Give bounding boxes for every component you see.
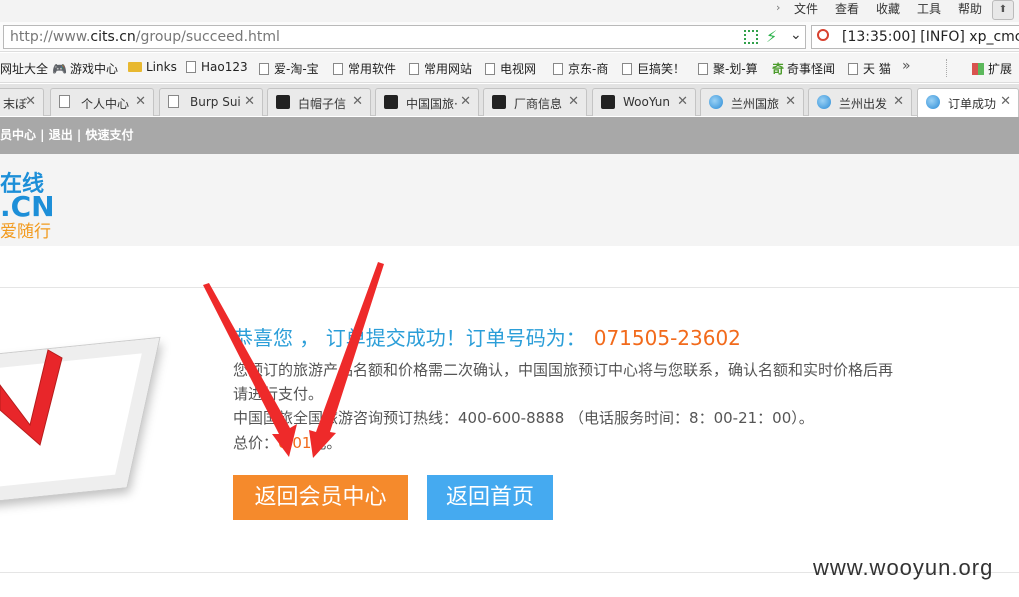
total-price: 总价：0.01元。 xyxy=(233,434,342,452)
logo-slogan: 爱随行 xyxy=(0,222,51,242)
bookmark-item[interactable]: 京东-商 xyxy=(553,60,608,77)
menu-tools[interactable]: 工具 xyxy=(917,0,941,17)
url-text[interactable]: http://www.cits.cn/group/succeed.html xyxy=(10,29,280,45)
menu-help[interactable]: 帮助 xyxy=(958,0,982,17)
back-to-home-button[interactable]: 返回首页 xyxy=(427,475,553,520)
menu-favorites[interactable]: 收藏 xyxy=(876,0,900,17)
menu-view[interactable]: 查看 xyxy=(835,0,859,17)
close-icon[interactable]: ✕ xyxy=(25,94,36,109)
browser-tab[interactable]: 末ぼ ✕ xyxy=(0,88,44,116)
bookmark-item[interactable]: 常用网站 xyxy=(409,60,472,77)
page-icon xyxy=(186,61,196,73)
pin-icon[interactable]: ⬆ xyxy=(992,0,1014,20)
checkmark-icon xyxy=(0,349,63,446)
wooyun-icon xyxy=(276,95,290,109)
close-icon[interactable]: ✕ xyxy=(785,94,796,109)
menu-bar: › 文件 查看 收藏 工具 帮助 ⬆ xyxy=(0,0,1019,22)
close-icon[interactable]: ✕ xyxy=(135,94,146,109)
page-icon xyxy=(409,63,419,75)
bookmark-item[interactable]: 巨搞笑！ xyxy=(622,60,685,77)
bookmark-item[interactable]: 电视网 xyxy=(485,60,536,77)
bookmark-item[interactable]: 🎮 游戏中心 xyxy=(52,60,118,77)
price-amount: 0.01 xyxy=(278,434,312,452)
address-bar: http://www.cits.cn/group/succeed.html ⚡ … xyxy=(0,22,1019,52)
divider xyxy=(946,59,947,77)
chevron-right-icon[interactable]: › xyxy=(776,1,780,14)
success-title: 恭喜您 ， 订单提交成功！订单号码为： 071505-23602 xyxy=(233,326,741,350)
wooyun-icon xyxy=(384,95,398,109)
bookmarks-bar: 网址大全 🎮 游戏中心 Links Hao123 爱-淘-宝 常用软件 常用网站 … xyxy=(0,53,1019,83)
site-top-strip: 员中心 | 退出 | 快速支付 xyxy=(0,117,1019,154)
page-icon xyxy=(259,63,269,75)
bookmark-item[interactable]: 奇奇事怪闻 xyxy=(772,60,835,77)
page-icon xyxy=(333,63,343,75)
page-icon xyxy=(553,63,563,75)
search-icon[interactable] xyxy=(817,29,829,41)
confirm-notice: 您预订的旅游产品名额和价格需二次确认，中国国旅预订中心将与您联系，确认名额和实时… xyxy=(233,361,894,403)
globe-icon xyxy=(709,95,723,109)
close-icon[interactable]: ✕ xyxy=(352,94,363,109)
gamepad-icon: 🎮 xyxy=(52,62,67,76)
bookmark-item[interactable]: 网址大全 xyxy=(0,60,48,77)
bookmark-item[interactable]: 爱-淘-宝 xyxy=(259,60,319,77)
globe-icon xyxy=(926,95,940,109)
site-logo-area: 在线 .CN 爱随行 xyxy=(0,154,1019,246)
close-icon[interactable]: ✕ xyxy=(568,94,579,109)
top-links[interactable]: 员中心 | 退出 | 快速支付 xyxy=(0,126,133,143)
browser-tab[interactable]: WooYun ✕ xyxy=(592,88,696,116)
wooyun-icon xyxy=(492,95,506,109)
search-input[interactable]: [13:35:00] [INFO] xp_cmc xyxy=(811,25,1019,49)
bookmark-item[interactable]: 聚-划-算 xyxy=(698,60,758,77)
browser-tab[interactable]: Burp Sui ✕ xyxy=(159,88,263,116)
bookmarks-more-button[interactable]: » xyxy=(902,58,911,74)
globe-icon xyxy=(817,95,831,109)
qishi-icon: 奇 xyxy=(772,62,785,76)
browser-tab[interactable]: 白帽子信 ✕ xyxy=(267,88,371,116)
extensions-icon xyxy=(972,63,984,75)
lightning-icon[interactable]: ⚡ xyxy=(766,27,777,46)
url-input[interactable]: http://www.cits.cn/group/succeed.html ⚡ … xyxy=(3,25,806,49)
close-icon[interactable]: ✕ xyxy=(460,94,471,109)
chevron-down-icon[interactable]: ⌄ xyxy=(790,27,802,43)
close-icon[interactable]: ✕ xyxy=(244,94,255,109)
bookmark-item[interactable]: 天 猫 xyxy=(848,60,891,77)
browser-tab[interactable]: 兰州出发 ✕ xyxy=(808,88,912,116)
bookmark-item[interactable]: Hao123 xyxy=(186,60,248,74)
browser-tab[interactable]: 个人中心 ✕ xyxy=(50,88,154,116)
page-icon xyxy=(168,95,179,108)
close-icon[interactable]: ✕ xyxy=(677,94,688,109)
browser-tab-active[interactable]: 订单成功 ✕ xyxy=(917,88,1019,117)
back-to-member-center-button[interactable]: 返回会员中心 xyxy=(233,475,408,520)
divider xyxy=(0,287,1019,288)
close-icon[interactable]: ✕ xyxy=(893,94,904,109)
page-icon xyxy=(485,63,495,75)
browser-tab[interactable]: 兰州国旅 ✕ xyxy=(700,88,804,116)
menu-file[interactable]: 文件 xyxy=(794,0,818,17)
qr-code-icon[interactable] xyxy=(744,30,758,44)
browser-tab[interactable]: 厂商信息 ✕ xyxy=(483,88,587,116)
watermark: www.wooyun.org xyxy=(813,555,994,580)
bookmark-item[interactable]: 常用软件 xyxy=(333,60,396,77)
tab-bar: 末ぼ ✕ 个人中心 ✕ Burp Sui ✕ 白帽子信 ✕ 中国国旅· ✕ 厂商信息 ✕ W… xyxy=(0,84,1019,117)
wooyun-icon xyxy=(601,95,615,109)
order-number: 071505-23602 xyxy=(593,326,741,350)
browser-tab[interactable]: 中国国旅· ✕ xyxy=(375,88,479,116)
close-icon[interactable]: ✕ xyxy=(1000,94,1011,109)
hotline-text: 中国国旅全国旅游咨询预订热线：400-600-8888 （电话服务时间：8：00… xyxy=(233,409,814,427)
extensions-button[interactable]: 扩展 xyxy=(972,60,1012,77)
page-icon xyxy=(622,63,632,75)
search-text[interactable]: [13:35:00] [INFO] xp_cmc xyxy=(842,29,1019,45)
page-icon xyxy=(698,63,708,75)
folder-icon xyxy=(128,62,142,72)
page-icon xyxy=(59,95,70,108)
bookmark-item[interactable]: Links xyxy=(128,60,177,74)
page-icon xyxy=(848,63,858,75)
